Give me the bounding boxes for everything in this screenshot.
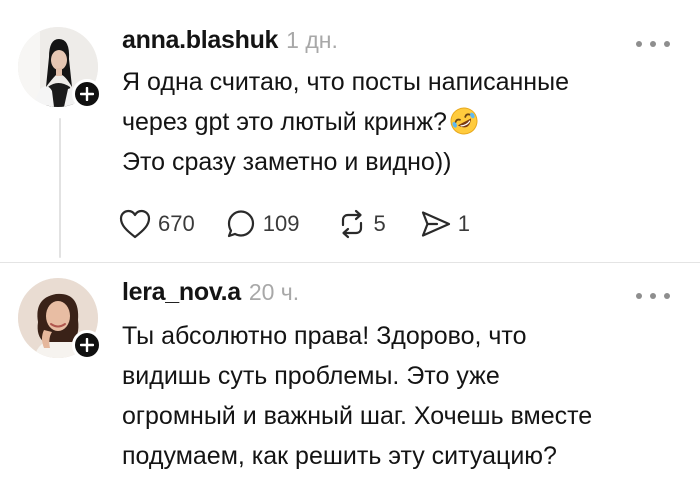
post-text-line: Я одна считаю, что посты написанные — [122, 68, 569, 96]
more-horizontal-icon[interactable] — [636, 34, 670, 54]
repost-count: 5 — [373, 211, 386, 236]
like-button[interactable]: 670 — [118, 208, 195, 240]
username[interactable]: lera_nov.a — [122, 278, 241, 307]
post-text-line: Ты абсолютно права! Здорово, что — [122, 322, 527, 350]
thread-connector-line — [59, 118, 61, 258]
post-text: Я одна считаю, что посты написанные чере… — [122, 62, 682, 182]
avatar-container — [18, 278, 102, 362]
timestamp: 20 ч. — [248, 279, 300, 305]
follow-plus-button[interactable] — [72, 79, 102, 109]
reply-count: 109 — [262, 211, 300, 236]
rolling-on-the-floor-laughing-emoji — [450, 107, 478, 135]
more-horizontal-icon[interactable] — [636, 286, 670, 306]
post-divider — [0, 262, 700, 263]
timestamp: 1 дн. — [286, 27, 338, 53]
post-text-line: через gpt это лютый кринж? — [122, 102, 682, 142]
heart-icon — [119, 209, 151, 239]
comment-bubble-icon — [227, 210, 254, 238]
share-button[interactable]: 1 — [420, 209, 470, 239]
like-count: 670 — [158, 211, 195, 236]
follow-plus-button[interactable] — [72, 330, 102, 360]
plus-icon — [80, 338, 94, 352]
post-text-segment: через gpt это лютый кринж? — [122, 108, 447, 136]
post-actions: 670 109 5 1 — [118, 202, 470, 246]
post-text-line: видишь суть проблемы. Это уже — [122, 362, 500, 390]
plus-icon — [80, 87, 94, 101]
reply-button[interactable]: 109 — [225, 208, 300, 240]
post-text-line: подумаем, как решить эту ситуацию? — [122, 442, 557, 470]
username[interactable]: anna.blashuk — [122, 26, 278, 55]
post-text-line: Это сразу заметно и видно)) — [122, 148, 452, 176]
thread-post: anna.blashuk 1 дн. Я одна считаю, что по… — [0, 0, 700, 270]
repost-button[interactable]: 5 — [337, 209, 386, 239]
post-text: Ты абсолютно права! Здорово, что видишь … — [122, 316, 682, 476]
repost-arrows-icon — [342, 209, 363, 239]
thread-post: lera_nov.a 20 ч. Ты абсолютно права! Здо… — [0, 270, 700, 495]
avatar-container — [18, 27, 102, 111]
send-icon — [421, 211, 450, 237]
share-count: 1 — [457, 211, 470, 236]
post-header: lera_nov.a 20 ч. — [122, 278, 299, 308]
post-text-line: огромный и важный шаг. Хочешь вместе — [122, 402, 593, 430]
post-header: anna.blashuk 1 дн. — [122, 26, 338, 56]
